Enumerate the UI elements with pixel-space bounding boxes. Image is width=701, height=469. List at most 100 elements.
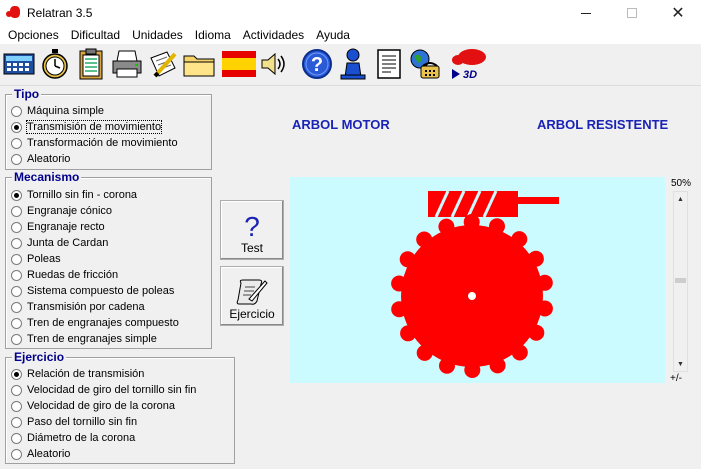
worm-gear-drawing — [391, 190, 559, 378]
printer-icon[interactable] — [110, 46, 144, 82]
gear-tooth — [416, 344, 433, 361]
radio-icon[interactable] — [11, 253, 22, 265]
radio-icon[interactable] — [11, 237, 22, 249]
menu-bar: Opciones Dificultad Unidades Idioma Acti… — [0, 26, 701, 44]
window-title: Relatran 3.5 — [27, 6, 93, 20]
spain-flag-icon[interactable] — [222, 46, 256, 82]
gear-tooth — [489, 357, 506, 374]
maximize-button[interactable] — [609, 0, 655, 26]
gear-tooth — [511, 231, 528, 248]
ejercicio-option-vel-tornillo[interactable]: Velocidad de giro del tornillo sin fin — [11, 382, 196, 398]
question-icon: ? — [244, 211, 260, 242]
help-icon[interactable]: ? — [300, 46, 334, 82]
menu-actividades[interactable]: Actividades — [237, 28, 310, 42]
radio-icon[interactable] — [11, 317, 22, 329]
radio-icon[interactable] — [11, 301, 22, 313]
radio-icon[interactable] — [11, 432, 22, 444]
scroll-thumb[interactable] — [675, 278, 686, 283]
svg-text:?: ? — [311, 54, 323, 76]
tipo-group: Tipo Máquina simple Transmisión de movim… — [5, 88, 212, 170]
mecanismo-option-tren-compuesto[interactable]: Tren de engranajes compuesto — [11, 315, 179, 331]
radio-icon[interactable] — [11, 448, 22, 460]
arbol-motor-header: ARBOL MOTOR — [292, 117, 390, 132]
mecanismo-option-cardan[interactable]: Junta de Cardan — [11, 235, 108, 251]
radio-icon[interactable] — [11, 400, 22, 412]
menu-idioma[interactable]: Idioma — [189, 28, 237, 42]
ejercicio-option-vel-corona[interactable]: Velocidad de giro de la corona — [11, 398, 175, 414]
mecanismo-option-cadena[interactable]: Transmisión por cadena — [11, 299, 145, 315]
stopwatch-icon[interactable] — [38, 46, 72, 82]
radio-icon[interactable] — [11, 269, 22, 281]
radio-icon[interactable] — [11, 153, 22, 165]
zoom-bottom-label: +/- — [670, 373, 682, 384]
gear-shaft-hole — [468, 292, 476, 300]
gear-tooth — [439, 357, 455, 374]
clipboard-icon[interactable] — [74, 46, 108, 82]
test-button-label: Test — [240, 241, 263, 255]
notes-icon[interactable] — [372, 46, 406, 82]
worm-screw — [428, 190, 559, 218]
radio-icon[interactable] — [11, 333, 22, 345]
mecanismo-option-sistema-poleas[interactable]: Sistema compuesto de poleas — [11, 283, 174, 299]
speaker-icon[interactable] — [256, 46, 290, 82]
ejercicio-legend: Ejercicio — [12, 350, 67, 364]
mecanismo-option-tren-simple[interactable]: Tren de engranajes simple — [11, 331, 157, 347]
menu-ayuda[interactable]: Ayuda — [310, 28, 356, 42]
close-button[interactable]: ✕ — [655, 0, 701, 26]
gear-tooth — [464, 362, 481, 378]
tipo-option-maquina-simple[interactable]: Máquina simple — [11, 103, 104, 119]
mecanismo-option-recto[interactable]: Engranaje recto — [11, 219, 105, 235]
gear-tooth — [489, 218, 505, 235]
radio-icon[interactable] — [11, 105, 22, 117]
calculator-icon[interactable] — [2, 46, 36, 82]
globe-phone-icon[interactable] — [408, 46, 442, 82]
ejercicio-option-aleatorio[interactable]: Aleatorio — [11, 446, 70, 462]
ejercicio-option-relacion[interactable]: Relación de transmisión — [11, 366, 144, 382]
3d-label: 3D — [463, 69, 477, 81]
tipo-option-transmision[interactable]: Transmisión de movimiento — [11, 119, 163, 135]
scroll-up-arrow-icon[interactable]: ▲ — [674, 192, 687, 206]
tipo-option-aleatorio[interactable]: Aleatorio — [11, 151, 70, 167]
gear-tooth — [536, 300, 553, 317]
zoom-scrollbar[interactable]: ▲ ▼ — [673, 191, 688, 372]
mechanism-canvas — [290, 177, 665, 383]
test-button[interactable]: ? Test — [220, 200, 284, 260]
radio-icon[interactable] — [11, 221, 22, 233]
mecanismo-option-conico[interactable]: Engranaje cónico — [11, 203, 112, 219]
mecanismo-option-poleas[interactable]: Poleas — [11, 251, 61, 267]
radio-icon[interactable] — [11, 285, 22, 297]
mecanismo-option-friccion[interactable]: Ruedas de fricción — [11, 267, 118, 283]
minimize-button[interactable] — [563, 0, 609, 26]
ejercicio-option-diametro[interactable]: Diámetro de la corona — [11, 430, 135, 446]
user-icon[interactable] — [336, 46, 370, 82]
menu-dificultad[interactable]: Dificultad — [65, 28, 126, 42]
radio-icon[interactable] — [11, 416, 22, 428]
ejercicio-option-paso[interactable]: Paso del tornillo sin fin — [11, 414, 137, 430]
gear-tooth — [536, 274, 553, 291]
gear-tooth — [528, 324, 545, 341]
folder-icon[interactable] — [182, 46, 216, 82]
radio-icon[interactable] — [11, 137, 22, 149]
gear-tooth — [391, 275, 408, 292]
mecanismo-group: Mecanismo Tornillo sin fin - corona Engr… — [5, 171, 212, 349]
radio-selected-icon[interactable] — [11, 368, 22, 380]
gear-tooth — [527, 250, 544, 267]
radio-icon[interactable] — [11, 205, 22, 217]
ejercicio-group: Ejercicio Relación de transmisión Veloci… — [5, 351, 235, 464]
radio-selected-icon[interactable] — [11, 121, 22, 133]
scroll-down-arrow-icon[interactable]: ▼ — [674, 357, 687, 371]
3d-view-icon[interactable]: 3D — [448, 46, 488, 82]
edit-paper-icon[interactable] — [146, 46, 180, 82]
zoom-top-label: 50% — [671, 178, 692, 189]
radio-selected-icon[interactable] — [11, 189, 22, 201]
menu-opciones[interactable]: Opciones — [2, 28, 65, 42]
mecanismo-legend: Mecanismo — [12, 170, 82, 184]
tipo-option-transformacion[interactable]: Transformación de movimiento — [11, 135, 178, 151]
mecanismo-option-tornillo[interactable]: Tornillo sin fin - corona — [11, 187, 137, 203]
tipo-legend: Tipo — [12, 87, 42, 101]
toolbar: ? 3D — [0, 44, 701, 86]
radio-icon[interactable] — [11, 384, 22, 396]
menu-unidades[interactable]: Unidades — [126, 28, 189, 42]
scroll-quill-icon — [236, 279, 268, 305]
ejercicio-button[interactable]: Ejercicio — [220, 266, 284, 326]
